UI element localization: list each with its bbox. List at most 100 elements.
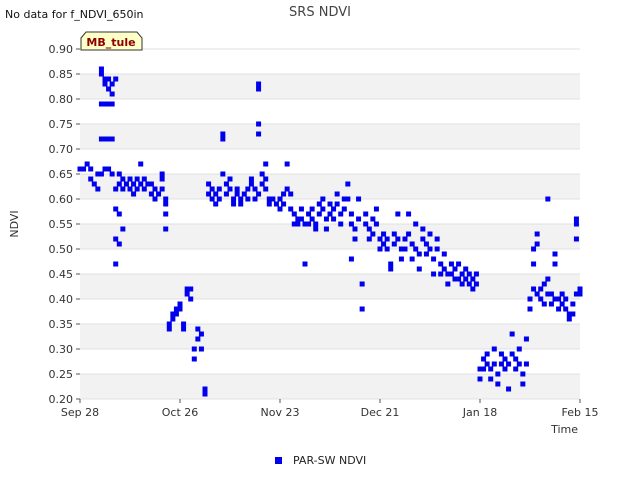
data-point: [220, 136, 226, 142]
data-point: [259, 171, 265, 177]
data-point: [388, 266, 394, 272]
data-point: [481, 356, 487, 362]
data-point: [402, 246, 408, 252]
data-point: [273, 201, 279, 207]
data-point: [220, 131, 226, 137]
data-point: [423, 241, 429, 247]
data-point: [531, 261, 537, 267]
x-tick-label: Jan 18: [462, 406, 497, 419]
data-point: [381, 231, 387, 237]
data-point: [216, 186, 222, 192]
data-point: [166, 321, 172, 327]
data-point: [398, 256, 404, 262]
data-point: [102, 81, 108, 87]
x-axis-ticks: Sep 28 Oct 26 Nov 23 Dec 21 Jan 18 Feb 15: [61, 399, 599, 419]
y-axis-label: NDVI: [8, 210, 21, 237]
data-point: [498, 351, 504, 357]
data-point: [423, 251, 429, 257]
data-point: [488, 366, 494, 372]
data-point: [409, 241, 415, 247]
plot-band: [80, 224, 580, 249]
data-point: [556, 306, 562, 312]
data-point: [216, 196, 222, 202]
data-point: [413, 221, 419, 227]
data-point: [259, 181, 265, 187]
data-point: [313, 226, 319, 232]
data-point: [159, 171, 165, 177]
data-point: [573, 216, 579, 222]
data-point: [116, 181, 122, 187]
data-point: [170, 316, 176, 322]
data-point: [552, 251, 558, 257]
data-point: [88, 166, 94, 172]
data-point: [213, 191, 219, 197]
data-point: [431, 271, 437, 277]
x-tick-label: Feb 15: [562, 406, 599, 419]
data-point: [359, 306, 365, 312]
data-point: [384, 236, 390, 242]
data-point: [506, 361, 512, 367]
data-point: [270, 196, 276, 202]
data-point: [520, 371, 526, 377]
data-point: [106, 86, 112, 92]
data-point: [223, 191, 229, 197]
chart-title: SRS NDVI: [289, 5, 351, 20]
data-point: [138, 181, 144, 187]
data-point: [152, 196, 158, 202]
data-point: [152, 186, 158, 192]
data-point: [131, 181, 137, 187]
data-point: [420, 226, 426, 232]
data-point: [434, 246, 440, 252]
data-point: [388, 261, 394, 267]
data-point: [481, 366, 487, 372]
data-point: [477, 376, 483, 382]
data-point: [195, 326, 201, 332]
data-point: [438, 261, 444, 267]
data-point: [523, 361, 529, 367]
data-point: [109, 101, 115, 107]
data-point: [202, 386, 208, 392]
data-point: [541, 281, 547, 287]
data-point: [359, 281, 365, 287]
data-point: [320, 196, 326, 202]
data-point: [263, 161, 269, 167]
data-point: [120, 186, 126, 192]
data-point: [256, 131, 262, 137]
data-point: [377, 246, 383, 252]
data-point: [313, 221, 319, 227]
data-point: [209, 196, 215, 202]
data-point: [566, 316, 572, 322]
x-axis-label: Time: [550, 423, 578, 436]
site-badge: MB_tule: [80, 31, 143, 51]
data-point: [252, 196, 258, 202]
data-point: [320, 206, 326, 212]
data-point: [456, 261, 462, 267]
data-point: [131, 191, 137, 197]
data-point: [431, 256, 437, 262]
data-point: [409, 256, 415, 262]
data-point: [173, 311, 179, 317]
data-point: [188, 286, 194, 292]
data-point: [177, 301, 183, 307]
data-point: [420, 236, 426, 242]
y-tick-label: 0.85: [49, 68, 74, 81]
plot-band: [80, 274, 580, 299]
data-point: [570, 301, 576, 307]
data-point: [534, 241, 540, 247]
data-point: [513, 366, 519, 372]
data-point: [127, 186, 133, 192]
data-point: [466, 271, 472, 277]
data-point: [495, 371, 501, 377]
data-point: [163, 201, 169, 207]
data-point: [309, 206, 315, 212]
data-point: [448, 271, 454, 277]
data-point: [534, 231, 540, 237]
data-point: [227, 186, 233, 192]
data-point: [181, 321, 187, 327]
data-point: [113, 76, 119, 82]
data-point: [213, 201, 219, 207]
data-point: [448, 261, 454, 267]
data-point: [556, 296, 562, 302]
data-point: [531, 286, 537, 292]
data-point: [191, 356, 197, 362]
